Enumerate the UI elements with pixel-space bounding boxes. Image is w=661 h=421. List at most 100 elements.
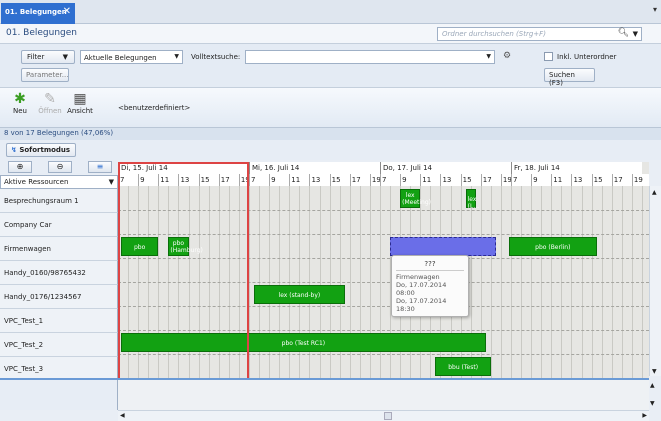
hour-header: 15	[329, 174, 350, 186]
search-button[interactable]: Suchen (F3)	[544, 68, 595, 87]
search-input[interactable]: Ordner durchsuchen (Strg+F) 🔍︎ ▼	[437, 27, 642, 41]
sofortmodus-label: Sofortmodus	[19, 146, 71, 154]
hour-header: 7	[249, 174, 270, 186]
resource-row[interactable]: VPC_Test_1	[0, 309, 118, 333]
scroll-thumb[interactable]	[384, 412, 392, 420]
booking-event[interactable]: lex (Meeting)	[400, 189, 431, 208]
hour-gridline	[369, 186, 371, 410]
dropdown-icon[interactable]: ▼	[486, 53, 491, 60]
hour-header: 17	[480, 174, 501, 186]
parameter-button[interactable]: Parameter...	[21, 68, 69, 82]
close-icon[interactable]: ✕	[63, 6, 71, 17]
day-header: Mi, 16. Juli 14	[249, 162, 380, 174]
booking-event[interactable]	[390, 237, 496, 256]
hour-gridline	[561, 186, 563, 410]
row-divider	[118, 258, 649, 259]
search-options-icon[interactable]: ⚙︎	[503, 51, 511, 61]
row-divider	[118, 210, 649, 211]
scroll-up-icon[interactable]: ▲	[650, 382, 655, 389]
zoom-toolbar: ⊕ ⊖ ≡	[0, 160, 118, 174]
filter-button[interactable]: Filter ▼	[21, 50, 75, 64]
scroll-up-icon[interactable]: ▲	[652, 189, 657, 196]
include-subfolders-checkbox[interactable]	[544, 52, 553, 61]
booking-event[interactable]: pbo (Hamburg)	[168, 237, 203, 256]
hour-header: 15	[198, 174, 219, 186]
new-icon: ✱	[14, 91, 26, 107]
lower-chart-pane	[118, 380, 649, 410]
booking-event[interactable]: bbu (Test)	[435, 357, 491, 376]
booking-event[interactable]: lex (L...	[465, 189, 479, 210]
hour-gridline	[531, 186, 533, 410]
hour-gridline	[158, 186, 160, 410]
hour-gridline	[571, 186, 573, 410]
row-divider	[118, 330, 649, 331]
hour-header: 7	[380, 174, 401, 186]
view-button[interactable]: ▦ Ansicht	[65, 91, 95, 115]
hour-gridline	[631, 186, 633, 410]
resource-row[interactable]: VPC_Test_2	[0, 333, 118, 357]
hour-gridline	[238, 186, 240, 410]
zoom-out-icon[interactable]: ⊖	[48, 161, 72, 173]
search-icon[interactable]: 🔍︎	[618, 28, 629, 38]
hour-header: 15	[591, 174, 612, 186]
horizontal-scrollbar[interactable]: ◀ ▶	[118, 410, 649, 421]
tab-label: 01. Belegungen	[5, 8, 67, 16]
day-header: Fr, 18. Juli 14	[511, 162, 642, 174]
resource-filter-select[interactable]: Aktive Ressourcen ▼	[0, 175, 118, 189]
zoom-in-icon[interactable]: ⊕	[8, 161, 32, 173]
hour-header: 7	[118, 174, 139, 186]
hour-header: 9	[400, 174, 421, 186]
event-tooltip: ??? Firmenwagen Do, 17.07.2014 08:00 Do,…	[391, 255, 469, 317]
resource-filter-value: Aktive Ressourcen	[4, 178, 69, 186]
new-button-label: Neu	[13, 107, 27, 115]
hour-header: 9	[138, 174, 159, 186]
resource-row[interactable]: Firmenwagen	[0, 237, 118, 261]
hour-gridline	[208, 186, 210, 410]
resource-row[interactable]: Besprechungsraum 1	[0, 189, 118, 213]
sofort-row: ↯ Sofortmodus	[0, 140, 661, 160]
hour-header: 11	[551, 174, 572, 186]
dropdown-icon: ▼	[62, 53, 68, 61]
view-select[interactable]: Aktuelle Belegungen ▼	[80, 50, 183, 64]
resource-row[interactable]: Handy_0160/98765432	[0, 261, 118, 285]
fit-icon[interactable]: ≡	[88, 161, 112, 173]
hour-header: 9	[531, 174, 552, 186]
gantt-chart[interactable]: Di, 15. Juli 14 7 9 11 13 15 17 19 Mi, 16. Juli …	[118, 162, 649, 410]
hour-header: 13	[178, 174, 199, 186]
new-button[interactable]: ✱ Neu	[5, 91, 35, 115]
title-bar: 01. Belegungen Ordner durchsuchen (Strg+…	[0, 24, 661, 62]
hour-gridline	[168, 186, 170, 410]
tab-menu-icon[interactable]: ▾	[653, 5, 657, 14]
resource-row[interactable]: Handy_0176/1234567	[0, 285, 118, 309]
vertical-scrollbar[interactable]: ▲ ▼	[649, 186, 661, 376]
view-select-value: Aktuelle Belegungen	[84, 54, 157, 62]
booking-event[interactable]: lex (stand-by)	[254, 285, 345, 304]
dropdown-icon[interactable]: ▼	[174, 53, 179, 60]
dropdown-icon[interactable]: ▼	[633, 30, 638, 38]
hour-gridline	[480, 186, 482, 410]
sofortmodus-button[interactable]: ↯ Sofortmodus	[6, 143, 76, 157]
hour-header: 15	[460, 174, 481, 186]
booking-event[interactable]: pbo (Berlin)	[508, 237, 597, 256]
hour-header: 17	[218, 174, 239, 186]
tab-belegungen[interactable]: 01. Belegungen ✕	[1, 3, 75, 24]
hour-gridline	[591, 186, 593, 410]
scroll-left-icon[interactable]: ◀	[120, 412, 125, 419]
open-button[interactable]: ✎ Öffnen	[35, 91, 65, 115]
booking-event[interactable]: pbo	[121, 237, 159, 256]
resource-row[interactable]: Company Car	[0, 213, 118, 237]
hour-gridline	[148, 186, 150, 410]
open-button-label: Öffnen	[38, 107, 62, 115]
scroll-right-icon[interactable]: ▶	[642, 412, 647, 419]
tab-bar: 01. Belegungen ✕ ▾	[0, 0, 661, 24]
day-header: Di, 15. Juli 14	[118, 162, 249, 174]
hour-header: 17	[611, 174, 632, 186]
row-divider	[118, 234, 649, 235]
row-divider	[118, 306, 649, 307]
booking-event[interactable]: pbo (Test RC1)	[121, 333, 486, 352]
fulltext-label: Volltextsuche:	[191, 53, 241, 61]
hour-gridline	[118, 186, 119, 410]
scroll-down-icon[interactable]: ▼	[650, 400, 655, 407]
scroll-down-icon[interactable]: ▼	[652, 368, 657, 375]
fulltext-input[interactable]: ▼	[245, 50, 495, 64]
